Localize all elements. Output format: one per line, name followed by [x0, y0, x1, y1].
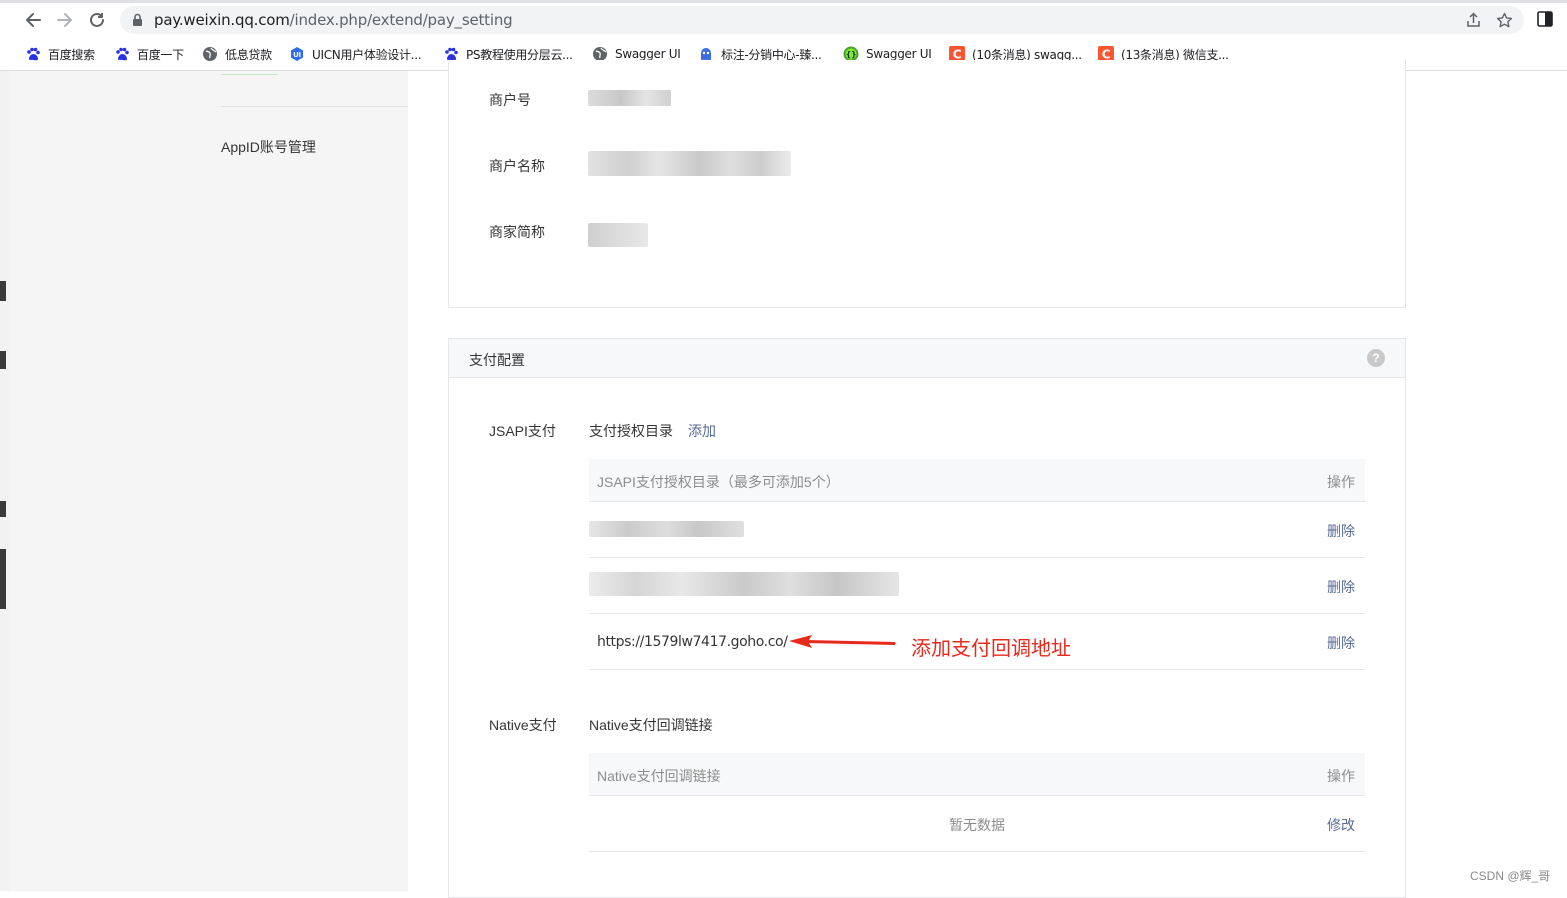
edge-fragment — [0, 281, 6, 301]
share-icon[interactable] — [1465, 12, 1482, 29]
annotation-text: 添加支付回调地址 — [911, 638, 1071, 660]
merchant-id-value-redacted — [588, 90, 671, 106]
globe-icon — [202, 46, 218, 62]
merchant-short-name-value-redacted — [588, 223, 648, 247]
sidebar-item-partial[interactable]: ▬▬▬▬ — [221, 67, 277, 75]
table-row: 暂无数据 修改 — [589, 796, 1365, 852]
native-callback-label: Native支付回调链接 — [589, 717, 713, 733]
payment-config-title: 支付配置 — [469, 352, 525, 368]
ui-badge-icon: UI — [289, 46, 305, 62]
svg-text:UI: UI — [293, 51, 301, 59]
bookmark-star-icon[interactable] — [1496, 12, 1513, 29]
watermark: CSDN @辉_哥 — [1470, 869, 1551, 883]
url-host: pay.weixin.qq.com — [154, 11, 290, 29]
payment-config-card: 支付配置 ? JSAPI支付 支付授权目录 添加 JSAPI支付授权目录（最多可… — [448, 338, 1406, 898]
sidebar-divider — [221, 106, 408, 107]
table-header: JSAPI支付授权目录（最多可添加5个） 操作 — [589, 459, 1365, 502]
bookmark-label: Swagger UI — [615, 47, 681, 61]
merchant-short-name-label: 商家简称 — [489, 224, 545, 240]
merchant-name-label: 商户名称 — [489, 158, 545, 174]
bookmark-label: Swagger UI — [866, 47, 932, 61]
directory-value-redacted — [589, 521, 744, 537]
baidu-paw-icon — [114, 46, 130, 62]
bookmark-label: 百度搜索 — [48, 47, 95, 62]
add-directory-link[interactable]: 添加 — [688, 421, 716, 441]
lock-icon — [133, 13, 142, 26]
delete-link[interactable]: 删除 — [1327, 521, 1355, 541]
reload-icon — [90, 12, 104, 27]
bookmark-item[interactable]: 百度一下 — [114, 43, 184, 65]
column-header-callback: Native支付回调链接 — [597, 768, 721, 784]
column-header-action: 操作 — [1327, 474, 1355, 490]
modify-link[interactable]: 修改 — [1327, 815, 1355, 835]
column-header-directory: JSAPI支付授权目录（最多可添加5个） — [597, 474, 840, 490]
forward-button[interactable] — [54, 9, 76, 31]
url-text: pay.weixin.qq.com/index.php/extend/pay_s… — [154, 11, 513, 29]
sidebar: ▬▬▬▬ AppID账号管理 — [10, 67, 408, 891]
payment-config-header: 支付配置 ? — [449, 339, 1405, 378]
table-row: 删除 — [589, 558, 1365, 614]
delete-link[interactable]: 删除 — [1327, 633, 1355, 653]
browser-toolbar: pay.weixin.qq.com/index.php/extend/pay_s… — [0, 0, 1567, 38]
back-button[interactable] — [22, 9, 44, 31]
annotation-arrow-icon — [789, 635, 896, 648]
bookmark-label: 低息贷款 — [225, 47, 272, 62]
merchant-info-card: 商户号 商户名称 商家简称 — [448, 60, 1406, 308]
jsapi-pay-label: JSAPI支付 — [489, 423, 556, 439]
native-callback-table: Native支付回调链接 操作 暂无数据 修改 — [589, 753, 1365, 853]
edge-fragment — [0, 501, 6, 517]
auth-directory-label: 支付授权目录 — [589, 423, 673, 439]
table-row: 删除 — [589, 502, 1365, 558]
bookmark-item[interactable]: 低息贷款 — [202, 43, 272, 65]
merchant-name-value-redacted — [588, 151, 791, 176]
url-path: /index.php/extend/pay_setting — [289, 11, 513, 29]
forward-arrow-icon — [57, 13, 72, 27]
empty-state-text: 暂无数据 — [949, 817, 1005, 833]
background-window-edge — [0, 71, 10, 891]
bookmark-item[interactable]: UI UICN用户体验设计... — [289, 43, 422, 65]
delete-link[interactable]: 删除 — [1327, 577, 1355, 597]
table-header: Native支付回调链接 操作 — [589, 753, 1365, 796]
baidu-paw-icon — [25, 46, 41, 62]
svg-text:{}: {} — [846, 50, 857, 59]
column-header-action: 操作 — [1327, 768, 1355, 784]
tab-strip-edge — [0, 0, 1567, 3]
back-arrow-icon — [26, 13, 41, 27]
directory-url: https://1579lw7417.goho.co/ — [597, 634, 788, 650]
reload-button[interactable] — [86, 9, 108, 31]
bookmark-label: UICN用户体验设计... — [312, 47, 422, 62]
edge-fragment — [0, 549, 6, 609]
bookmark-item[interactable]: 百度搜索 — [25, 43, 95, 65]
merchant-id-label: 商户号 — [489, 92, 531, 108]
edge-fragment — [0, 351, 6, 369]
side-panel-icon[interactable] — [1537, 11, 1553, 27]
native-pay-label: Native支付 — [489, 717, 557, 733]
sidebar-item-appid[interactable]: AppID账号管理 — [221, 137, 316, 157]
bookmark-label: 百度一下 — [137, 47, 184, 62]
directory-value-redacted — [589, 572, 899, 596]
address-bar[interactable]: pay.weixin.qq.com/index.php/extend/pay_s… — [120, 6, 1524, 34]
help-icon[interactable]: ? — [1367, 349, 1385, 367]
